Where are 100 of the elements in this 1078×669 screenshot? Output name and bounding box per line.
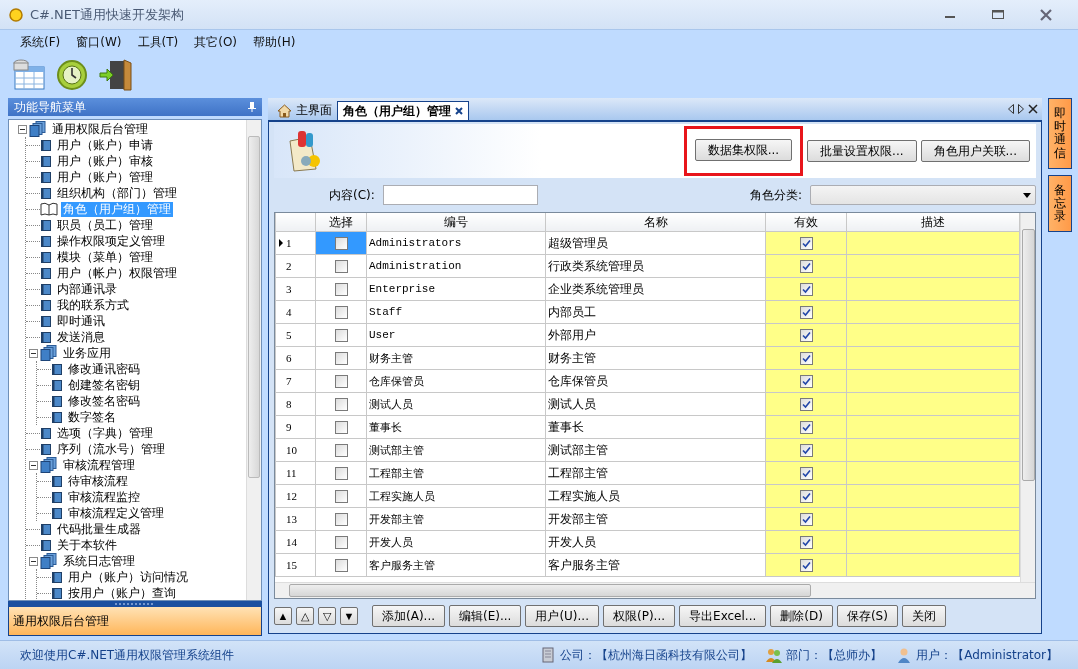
tree-item[interactable]: 创建签名密钥 [66,377,142,393]
move-button[interactable]: ▽ [318,607,336,625]
side-tab[interactable]: 即时通信 [1048,98,1072,169]
row-header[interactable]: 7 [275,369,316,393]
tree-item[interactable]: 修改签名密码 [66,393,142,409]
checkbox[interactable] [334,260,348,273]
checkbox[interactable] [334,421,348,434]
tree-item[interactable]: 审核流程管理 [61,457,137,473]
tab[interactable]: 主界面 [272,101,337,120]
scrollbar[interactable] [246,120,261,600]
tree-item[interactable]: 我的联系方式 [55,297,131,313]
checkbox[interactable] [799,559,813,572]
menu-item[interactable]: 其它(O) [186,33,245,51]
content-field[interactable] [382,185,538,205]
row-header[interactable]: 13 [275,507,316,531]
menu-item[interactable]: 窗口(W) [68,33,130,51]
menu-item[interactable]: 工具(T) [129,33,187,51]
column-header[interactable]: 选择 [315,213,367,232]
checkbox[interactable] [334,490,348,503]
side-tab[interactable]: 备忘录 [1048,174,1072,233]
toolbar-button[interactable]: 删除(D) [770,605,833,627]
checkbox[interactable] [799,444,813,457]
move-button[interactable]: ▲ [274,607,292,625]
column-header[interactable]: 编号 [366,213,546,232]
tree-item[interactable]: 操作权限项定义管理 [55,233,167,249]
checkbox[interactable] [334,559,348,572]
tree-item[interactable]: 关于本软件 [55,537,119,553]
checkbox[interactable] [799,375,813,388]
checkbox[interactable] [334,329,348,342]
checkbox[interactable] [799,352,813,365]
tree-item[interactable]: 职员（员工）管理 [55,217,155,233]
close-icon[interactable] [1028,104,1038,114]
tree-item[interactable]: 即时通讯 [55,313,107,329]
tree-item[interactable]: 序列（流水号）管理 [55,441,167,457]
scrollbar[interactable] [275,582,1035,598]
checkbox[interactable] [334,536,348,549]
tree-item[interactable]: 审核流程定义管理 [66,505,166,521]
exit-door-icon[interactable] [98,58,132,92]
collapse-toggle[interactable] [17,124,27,134]
tree-item[interactable]: 代码批量生成器 [55,521,143,537]
checkbox[interactable] [799,421,813,434]
checkbox[interactable] [799,398,813,411]
collapse-toggle[interactable] [28,556,38,566]
row-header[interactable]: 8 [275,392,316,416]
checkbox[interactable] [799,306,813,319]
checkbox[interactable] [334,352,348,365]
collapse-toggle[interactable] [28,460,38,470]
toolbar-button[interactable]: 关闭 [901,605,946,627]
tree-item[interactable]: 用户（账户）申请 [55,137,155,153]
row-header[interactable]: 11 [275,461,316,485]
tree-item[interactable]: 内部通讯录 [55,281,119,297]
action-button[interactable]: 角色用户关联... [920,140,1030,162]
row-header[interactable]: 6 [275,346,316,370]
checkbox[interactable] [334,283,348,296]
toolbar-button[interactable]: 保存(S) [836,605,898,627]
row-header[interactable]: 9 [275,415,316,439]
tree-item[interactable]: 选项（字典）管理 [55,425,155,441]
row-header[interactable]: 14 [275,530,316,554]
tree-item[interactable]: 待审核流程 [66,473,130,489]
toolbar-button[interactable]: 权限(P)... [603,605,676,627]
checkbox[interactable] [799,329,813,342]
checkbox[interactable] [799,237,813,250]
action-button[interactable]: 批量设置权限... [807,140,917,162]
pin-icon[interactable] [248,102,256,112]
checkbox[interactable] [334,444,348,457]
checkbox[interactable] [799,490,813,503]
menu-item[interactable]: 帮助(H) [245,33,304,51]
checkbox[interactable] [799,513,813,526]
tab[interactable]: 角色（用户组）管理 [337,101,469,120]
tree-item[interactable]: 系统日志管理 [61,553,137,569]
tree-item[interactable]: 模块（菜单）管理 [55,249,155,265]
toolbar-button[interactable]: 导出Excel... [679,605,767,627]
scroll-right-icon[interactable] [1018,104,1024,114]
tree-item[interactable]: 用户（帐户）权限管理 [55,265,179,281]
toolbar-button[interactable]: 用户(U)... [525,605,599,627]
checkbox[interactable] [799,283,813,296]
action-button[interactable]: 数据集权限... [694,139,793,161]
close-icon[interactable] [455,107,463,115]
checkbox[interactable] [334,237,348,250]
checkbox[interactable] [334,398,348,411]
row-header[interactable]: 10 [275,438,316,462]
checkbox[interactable] [334,375,348,388]
row-header[interactable]: 5 [275,323,316,347]
tree-item[interactable]: 用户（账户）访问情况 [66,569,190,585]
row-header[interactable]: 12 [275,484,316,508]
move-button[interactable]: △ [296,607,314,625]
checkbox[interactable] [799,260,813,273]
row-header[interactable]: 1 [275,231,316,255]
tree-item[interactable]: 用户（账户）管理 [55,169,155,185]
menu-item[interactable]: 系统(F) [12,33,69,51]
clock-icon[interactable] [56,59,88,91]
collapse-toggle[interactable] [28,348,38,358]
scroll-left-icon[interactable] [1008,104,1014,114]
tree-item[interactable]: 按用户（账户）查询 [66,585,178,600]
tree-item[interactable]: 通用权限后台管理 [50,121,150,137]
column-header[interactable]: 名称 [545,213,766,232]
row-header[interactable]: 4 [275,300,316,324]
tree-item[interactable]: 用户（账户）审核 [55,153,155,169]
checkbox[interactable] [799,536,813,549]
column-header[interactable]: 有效 [765,213,847,232]
